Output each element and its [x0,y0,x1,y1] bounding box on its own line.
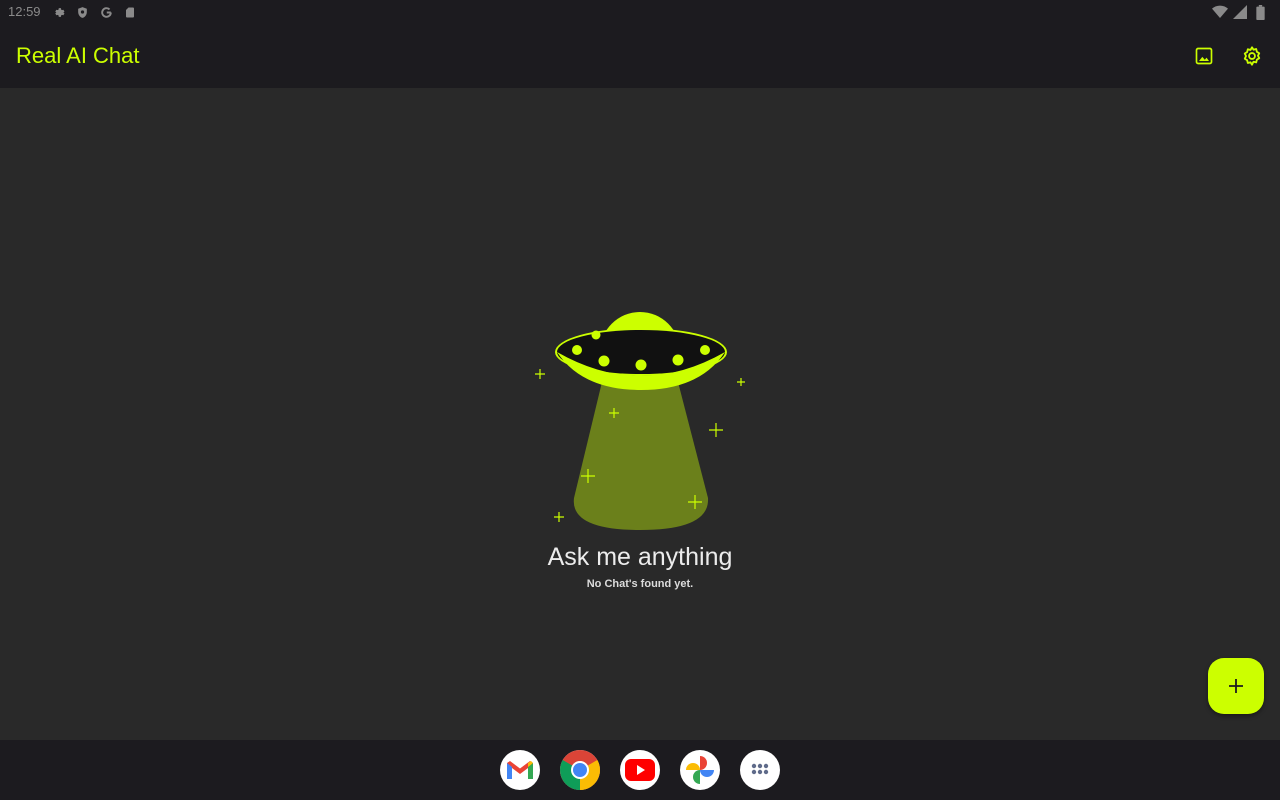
status-icons-left [50,4,138,20]
signal-icon [1232,4,1248,20]
empty-state-subtitle: No Chat's found yet. [586,578,694,590]
settings-button[interactable] [1240,44,1264,68]
taskbar [0,740,1280,800]
app-bar: Real AI Chat [0,24,1280,88]
gmail-icon [507,761,533,779]
status-time: 12:59 [8,4,41,19]
empty-state: Ask me anything No Chat's found yet. [440,290,840,600]
google-g-icon [98,4,114,20]
ufo-illustration [535,312,745,530]
chrome-icon [560,750,600,790]
app-drawer-button[interactable] [740,750,780,790]
image-gallery-button[interactable] [1192,44,1216,68]
gear-icon [1243,46,1261,66]
chrome-app[interactable] [560,750,600,790]
google-photos-app[interactable] [680,750,720,790]
app-title: Real AI Chat [16,43,140,68]
gmail-app[interactable] [500,750,540,790]
status-icons-right [1212,4,1268,20]
wifi-icon [1212,4,1228,20]
google-photos-icon [686,756,714,784]
app-drawer-icon [751,763,769,775]
plus-icon [1229,679,1243,693]
screen: 12:59 Real AI Chat Ask me anything No Ch… [0,0,1280,800]
dock-apps [500,750,780,790]
new-chat-button[interactable] [1208,658,1264,714]
empty-state-title: Ask me anything [547,543,733,571]
youtube-app[interactable] [620,750,660,790]
shield-icon [74,4,90,20]
youtube-icon [625,759,655,781]
image-icon [1195,47,1213,65]
battery-icon [1252,4,1268,20]
status-bar: 12:59 [0,0,1280,24]
sd-card-icon [122,4,138,20]
settings-icon [50,4,66,20]
